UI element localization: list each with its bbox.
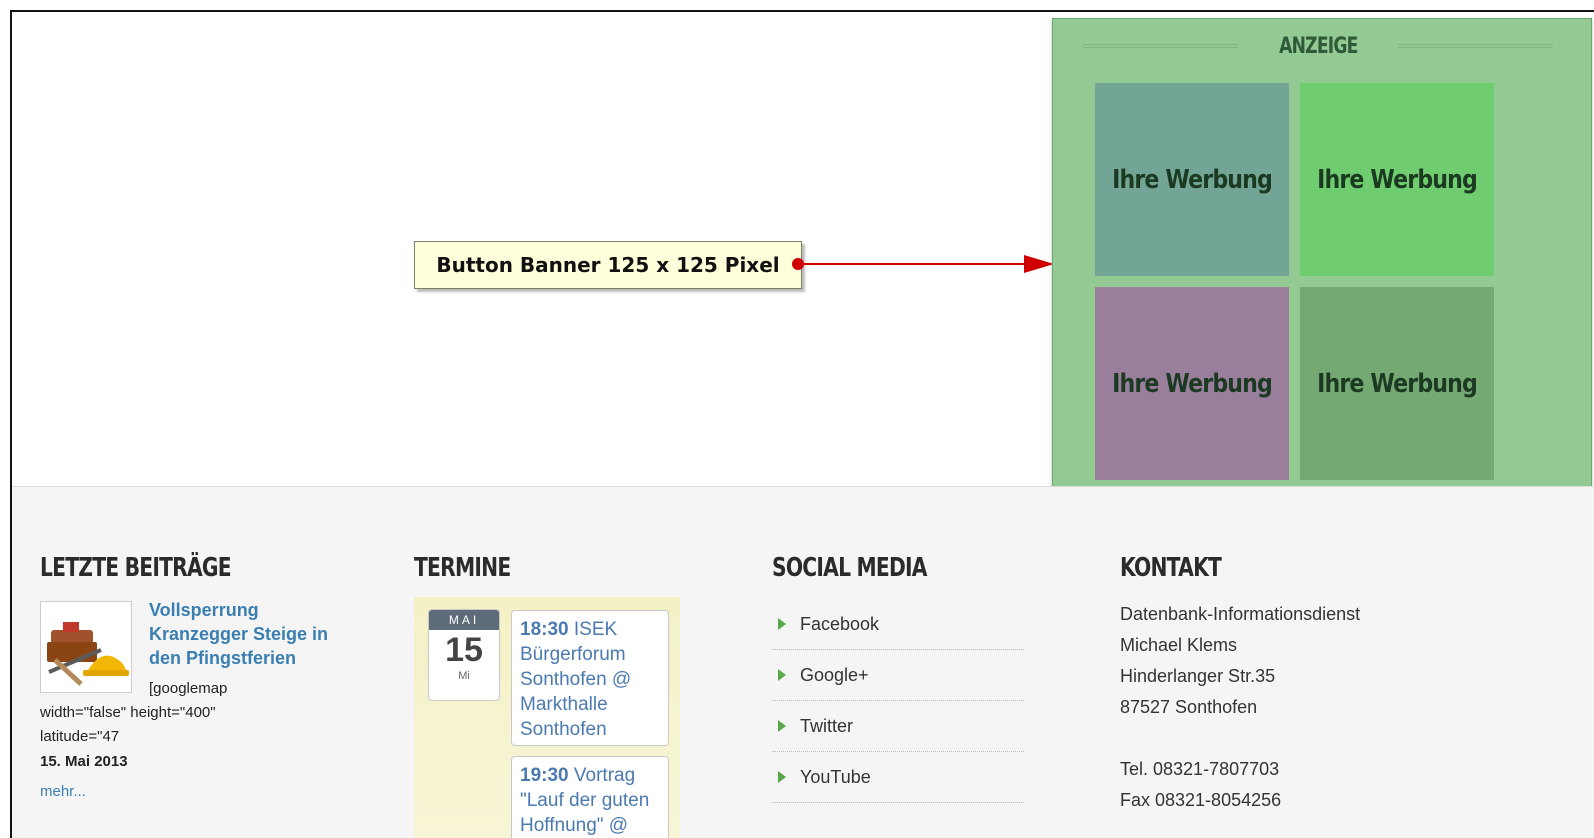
post-date: 15. Mai 2013 bbox=[40, 753, 128, 770]
ad-panel: ANZEIGE Ihre Werbung Ihre Werbung Ihre W… bbox=[1052, 18, 1592, 512]
event-date-badge: MAI 15 Mi bbox=[428, 609, 500, 701]
post-title-link[interactable]: Vollsperrung Kranzegger Steige in den Pf… bbox=[149, 598, 349, 670]
event-day: 15 bbox=[445, 631, 483, 669]
event-weekday: Mi bbox=[458, 670, 470, 682]
post-thumbnail[interactable] bbox=[40, 601, 132, 693]
contact-line: 87527 Sonthofen bbox=[1120, 697, 1258, 717]
ad-banner-4[interactable]: Ihre Werbung bbox=[1300, 287, 1494, 480]
annotation-callout: Button Banner 125 x 125 Pixel bbox=[414, 241, 802, 289]
footer: LETZTE BEITRÄGE Vollsperrung Kranzegger … bbox=[12, 486, 1594, 838]
social-link-facebook[interactable]: Facebook bbox=[772, 599, 1024, 650]
event-time: 19:30 bbox=[520, 765, 569, 786]
ad-banner-2[interactable]: Ihre Werbung bbox=[1300, 83, 1494, 276]
contact-fax: Fax 08321-8054256 bbox=[1120, 790, 1282, 810]
post-excerpt: [googlemap bbox=[149, 680, 228, 697]
event-month: MAI bbox=[429, 610, 499, 630]
contact-title: KONTAKT bbox=[1120, 553, 1222, 583]
event-item-1[interactable]: 18:30 ISEK Bürgerforum Sonthofen @ Markt… bbox=[511, 610, 669, 746]
contact-phone: Tel. 08321-7807703 bbox=[1120, 759, 1280, 779]
contact-line: Datenbank-Informationsdienst bbox=[1120, 604, 1361, 624]
event-time: 18:30 bbox=[520, 619, 569, 640]
social-media-list: Facebook Google+ Twitter YouTube bbox=[772, 599, 1024, 803]
contact-block: Datenbank-Informationsdienst Michael Kle… bbox=[1120, 599, 1360, 816]
arrow-right-icon bbox=[778, 771, 786, 783]
social-link-twitter[interactable]: Twitter bbox=[772, 701, 1024, 752]
post-excerpt-line-2: width="false" height="400" latitude="47 bbox=[40, 704, 216, 745]
annotation-arrow bbox=[792, 255, 1054, 273]
latest-posts-title: LETZTE BEITRÄGE bbox=[40, 553, 232, 583]
post-more-link[interactable]: mehr... bbox=[40, 783, 86, 800]
ad-banner-3[interactable]: Ihre Werbung bbox=[1095, 287, 1289, 480]
ad-header: ANZEIGE bbox=[1083, 29, 1554, 63]
social-media-title: SOCIAL MEDIA bbox=[772, 553, 927, 583]
social-link-youtube[interactable]: YouTube bbox=[772, 752, 1024, 803]
contact-line: Michael Klems bbox=[1120, 635, 1238, 655]
contact-line: Hinderlanger Str.35 bbox=[1120, 666, 1276, 686]
arrow-right-icon bbox=[778, 618, 786, 630]
contact-line bbox=[1120, 723, 1360, 754]
events-title: TERMINE bbox=[414, 553, 511, 583]
page-frame: Button Banner 125 x 125 Pixel ANZEIGE Ih… bbox=[10, 10, 1594, 838]
social-link-googleplus[interactable]: Google+ bbox=[772, 650, 1024, 701]
event-item-2[interactable]: 19:30 Vortrag "Lauf der guten Hoffnung" … bbox=[511, 756, 669, 838]
ad-banner-1[interactable]: Ihre Werbung bbox=[1095, 83, 1289, 276]
ad-header-title: ANZEIGE bbox=[1278, 33, 1358, 59]
arrow-right-icon bbox=[778, 669, 786, 681]
arrow-right-icon bbox=[778, 720, 786, 732]
